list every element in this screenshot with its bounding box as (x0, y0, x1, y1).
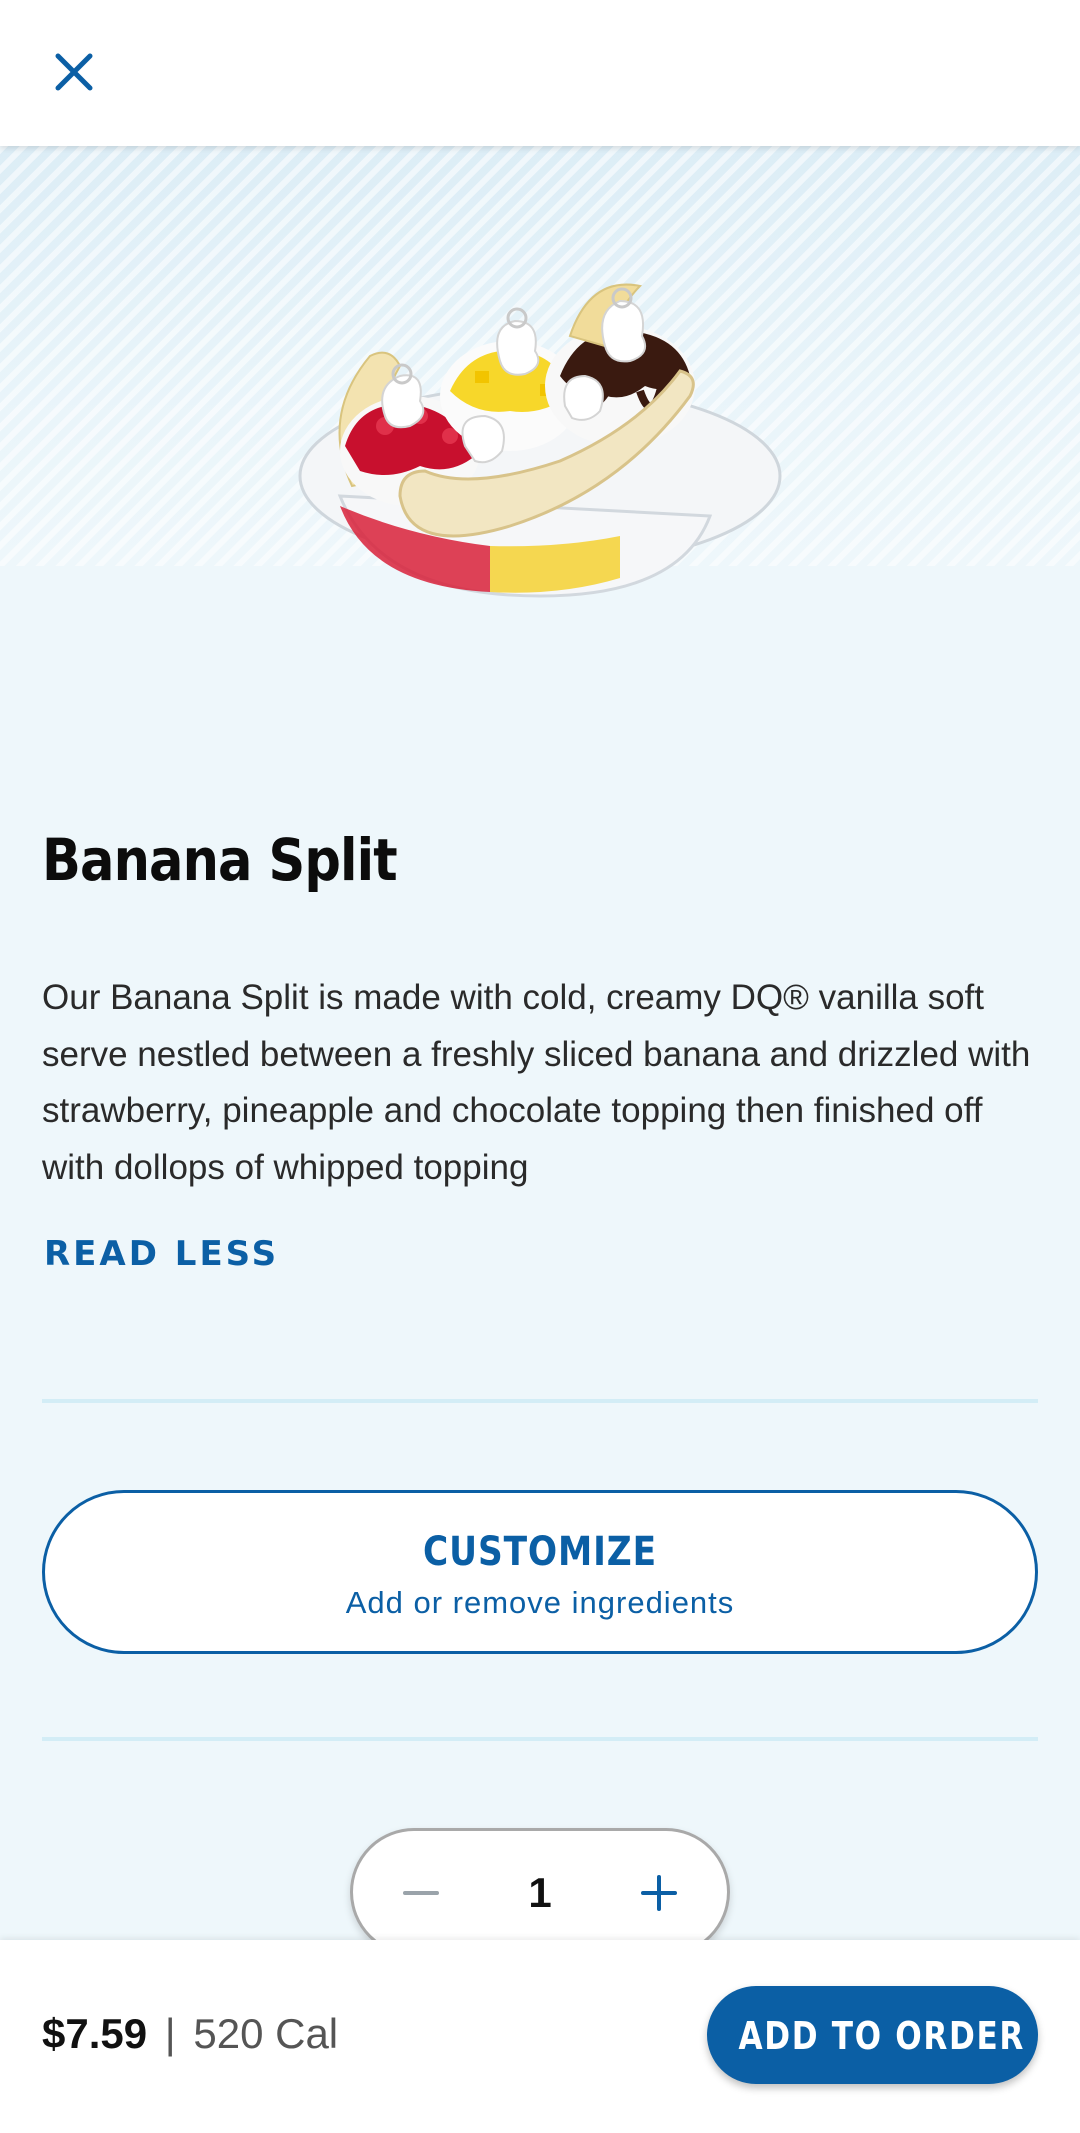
product-description: Our Banana Split is made with cold, crea… (42, 978, 1031, 1187)
price: $7.59 (42, 2010, 148, 2057)
close-button[interactable] (44, 42, 104, 102)
product-title: Banana Split (42, 826, 398, 894)
separator: | (164, 2010, 176, 2057)
quantity-stepper: 1 (350, 1828, 730, 1956)
read-less-link[interactable]: READ LESS (44, 1234, 279, 1274)
customize-button[interactable]: CUSTOMIZE Add or remove ingredients (42, 1490, 1038, 1654)
product-hero (0, 146, 1080, 706)
add-to-order-label: ADD TO ORDER (738, 2014, 1026, 2058)
order-footer: $7.59 | 520 Cal ADD TO ORDER (0, 1940, 1080, 2133)
add-to-order-button[interactable]: ADD TO ORDER (707, 1986, 1038, 2084)
banana-split-image (298, 283, 782, 598)
top-bar (0, 0, 1080, 146)
customize-title: CUSTOMIZE (423, 1529, 657, 1575)
customize-subtitle: Add or remove ingredients (345, 1585, 735, 1620)
price-calories: $7.59 | 520 Cal (42, 2010, 338, 2058)
plus-icon (641, 1875, 677, 1911)
close-icon (55, 53, 93, 91)
increase-quantity-button[interactable] (627, 1861, 691, 1925)
divider (42, 1737, 1038, 1741)
calories: 520 Cal (193, 2010, 339, 2057)
divider (42, 1399, 1038, 1403)
